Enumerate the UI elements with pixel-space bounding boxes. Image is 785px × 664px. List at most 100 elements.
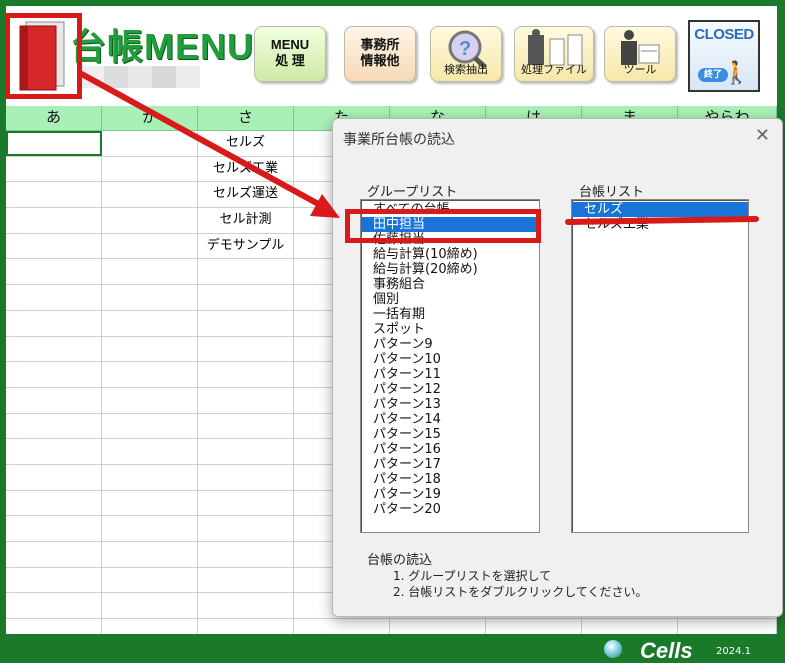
grid-cell[interactable] [102, 336, 198, 362]
grid-cell[interactable] [198, 336, 294, 362]
office-info-button[interactable]: 事務所 情報他 [344, 26, 416, 82]
search-extract-button[interactable]: ? 検索抽出 [430, 26, 502, 82]
grid-cell[interactable] [6, 387, 102, 413]
grid-cell[interactable] [6, 182, 102, 208]
group-list-item[interactable]: 個別 [361, 292, 539, 307]
grid-cell[interactable] [102, 387, 198, 413]
highlight-box-group [345, 209, 541, 243]
grid-cell[interactable] [102, 413, 198, 439]
group-list-item[interactable]: パターン20 [361, 502, 539, 517]
grid-cell[interactable] [102, 567, 198, 593]
help-step-2: 2. 台帳リストをダブルクリックしてください。 [393, 585, 648, 599]
grid-cell[interactable] [198, 464, 294, 490]
grid-header-cell[interactable]: さ [198, 106, 294, 130]
grid-cell[interactable] [198, 567, 294, 593]
grid-header-cell[interactable]: か [102, 106, 198, 130]
grid-cell[interactable] [6, 285, 102, 310]
group-list-item[interactable]: パターン15 [361, 427, 539, 442]
group-list-item[interactable]: パターン13 [361, 397, 539, 412]
group-listbox[interactable]: すべての台帳 田中担当 佐藤担当 給与計算(10締め) 給与計算(20締め) 事務組合 個別… [360, 199, 540, 533]
menu-process-button[interactable]: MENU 処 理 [254, 26, 326, 82]
grid-cell[interactable] [102, 182, 198, 208]
group-list-item[interactable]: スポット [361, 322, 539, 337]
grid-cell[interactable] [6, 464, 102, 490]
grid-cell[interactable] [6, 490, 102, 516]
grid-cell[interactable] [198, 310, 294, 336]
grid-cell[interactable] [198, 413, 294, 439]
grid-cell[interactable] [198, 490, 294, 516]
group-list-item[interactable]: パターン17 [361, 457, 539, 472]
grid-cell[interactable] [6, 233, 102, 259]
closed-text: CLOSED [694, 26, 754, 43]
grid-cell[interactable] [102, 131, 198, 156]
group-list-item[interactable]: パターン11 [361, 367, 539, 382]
grid-cell[interactable] [6, 208, 102, 233]
svg-text:?: ? [459, 38, 471, 60]
grid-cell[interactable]: セルズ [198, 131, 294, 156]
grid-cell[interactable] [102, 285, 198, 310]
group-list-item[interactable]: パターン12 [361, 382, 539, 397]
grid-cell[interactable] [102, 208, 198, 233]
version-label: 2024.1 [716, 646, 751, 657]
group-list-item[interactable]: パターン16 [361, 442, 539, 457]
grid-cell[interactable] [6, 413, 102, 439]
grid-cell[interactable] [102, 310, 198, 336]
grid-cell[interactable] [198, 593, 294, 619]
grid-cell[interactable] [6, 362, 102, 387]
grid-cell[interactable]: デモサンプル [198, 233, 294, 259]
closed-exit-button[interactable]: CLOSED 終了 🚶 [688, 20, 760, 92]
grid-cell[interactable] [102, 362, 198, 387]
group-list-item[interactable]: 給与計算(10締め) [361, 247, 539, 262]
process-file-button[interactable]: 処理ファイル [514, 26, 594, 82]
grid-cell[interactable] [102, 490, 198, 516]
grid-cell[interactable] [198, 542, 294, 567]
grid-cell[interactable] [198, 439, 294, 464]
tool-button[interactable]: ツール [604, 26, 676, 82]
grid-cell[interactable] [102, 516, 198, 541]
grid-cell[interactable] [6, 156, 102, 182]
search-label: 検索抽出 [444, 64, 488, 76]
grid-cell[interactable] [198, 285, 294, 310]
grid-cell[interactable]: セルズ工業 [198, 156, 294, 182]
grid-cell[interactable] [6, 567, 102, 593]
group-list-item[interactable]: パターン19 [361, 487, 539, 502]
group-list-item[interactable]: 給与計算(20締め) [361, 262, 539, 277]
close-icon[interactable]: ✕ [755, 125, 770, 146]
group-list-item[interactable]: パターン14 [361, 412, 539, 427]
grid-cell[interactable] [6, 259, 102, 285]
load-ledger-dialog: 事業所台帳の読込 ✕ グループリスト 台帳リスト すべての台帳 田中担当 佐藤担当給… [332, 118, 783, 617]
group-list-item[interactable]: 事務組合 [361, 277, 539, 292]
grid-cell[interactable] [6, 131, 102, 156]
grid-header-cell[interactable]: あ [6, 106, 102, 130]
grid-cell[interactable] [6, 516, 102, 541]
ledger-list-item[interactable]: セルズ [572, 202, 748, 217]
grid-cell[interactable] [102, 439, 198, 464]
grid-cell[interactable] [102, 156, 198, 182]
brand-logo: Cells [640, 638, 693, 663]
grid-cell[interactable] [198, 362, 294, 387]
grid-cell[interactable] [6, 336, 102, 362]
grid-cell[interactable] [6, 310, 102, 336]
grid-cell[interactable] [6, 593, 102, 619]
grid-cell[interactable] [102, 542, 198, 567]
grid-cell[interactable] [102, 259, 198, 285]
grid-cell[interactable] [102, 233, 198, 259]
highlight-box-book [5, 13, 82, 99]
group-list-item[interactable]: 一括有期 [361, 307, 539, 322]
grid-cell[interactable] [198, 387, 294, 413]
group-list-item[interactable]: パターン10 [361, 352, 539, 367]
group-list-item[interactable]: パターン18 [361, 472, 539, 487]
file-label: 処理ファイル [521, 64, 587, 76]
grid-cell[interactable] [198, 259, 294, 285]
grid-cell[interactable] [198, 516, 294, 541]
grid-cell[interactable] [102, 593, 198, 619]
grid-cell[interactable] [6, 439, 102, 464]
grid-cell[interactable]: セルズ運送 [198, 182, 294, 208]
grid-cell[interactable]: セル計測 [198, 208, 294, 233]
ledger-listbox[interactable]: セルズ セルズ工業 [571, 199, 749, 533]
grid-cell[interactable] [102, 464, 198, 490]
group-list-item[interactable]: パターン9 [361, 337, 539, 352]
menu-button-line1: MENU [270, 37, 310, 52]
grid-cell[interactable] [6, 542, 102, 567]
ledger-list-item[interactable]: セルズ工業 [572, 217, 748, 232]
